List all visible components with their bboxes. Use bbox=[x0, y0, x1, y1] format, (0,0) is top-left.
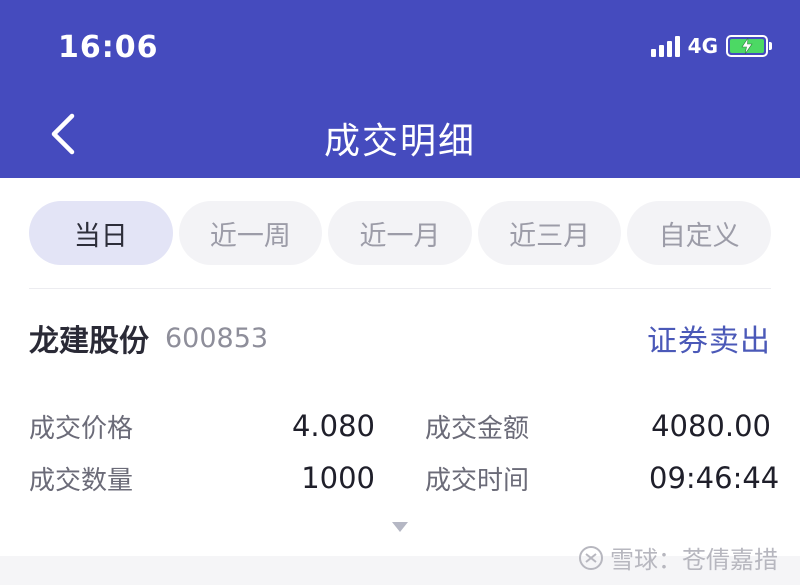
battery-charging-icon bbox=[726, 35, 772, 57]
quantity-label: 成交数量 bbox=[29, 465, 134, 496]
network-type: 4G bbox=[687, 34, 718, 58]
amount-label: 成交金额 bbox=[425, 413, 530, 444]
tab-last-week[interactable]: 近一周 bbox=[178, 201, 323, 265]
expand-button[interactable] bbox=[391, 518, 409, 537]
tab-last-month[interactable]: 近一月 bbox=[328, 201, 472, 265]
date-range-tabs: 当日 近一周 近一月 近三月 自定义 bbox=[29, 201, 771, 265]
quantity-value: 1000 bbox=[301, 461, 375, 495]
caret-down-icon bbox=[392, 522, 408, 532]
stock-name: 龙建股份 bbox=[29, 324, 149, 359]
snowball-logo-icon bbox=[579, 545, 603, 570]
detail-row: 成交数量 1000 成交时间 09:46:44 bbox=[29, 452, 780, 504]
price-label: 成交价格 bbox=[29, 413, 134, 444]
tab-custom[interactable]: 自定义 bbox=[627, 201, 771, 265]
tab-last-three-months[interactable]: 近三月 bbox=[477, 201, 622, 265]
status-time: 16:06 bbox=[58, 30, 159, 65]
trade-record-header: 龙建股份 600853 证券卖出 bbox=[29, 316, 771, 360]
signal-icon bbox=[650, 35, 680, 57]
detail-row: 成交价格 4.080 成交金额 4080.00 bbox=[29, 400, 771, 452]
status-indicators: 4G bbox=[650, 34, 772, 58]
watermark-text: 雪球：苍倩嘉措 bbox=[610, 546, 778, 574]
tab-today[interactable]: 当日 bbox=[29, 201, 173, 265]
time-label: 成交时间 bbox=[425, 465, 530, 496]
stock-code: 600853 bbox=[165, 322, 269, 354]
divider bbox=[29, 288, 771, 289]
amount-value: 4080.00 bbox=[651, 409, 771, 443]
watermark: 雪球：苍倩嘉措 bbox=[578, 540, 778, 575]
trade-details: 成交价格 4.080 成交金额 4080.00 成交数量 1000 成交时间 0… bbox=[29, 400, 780, 504]
price-value: 4.080 bbox=[291, 409, 375, 443]
app-header: 16:06 4G 成交明细 bbox=[0, 0, 800, 178]
page-title: 成交明细 bbox=[323, 121, 476, 162]
trade-type: 证券卖出 bbox=[647, 324, 771, 359]
time-value: 09:46:44 bbox=[649, 461, 780, 495]
